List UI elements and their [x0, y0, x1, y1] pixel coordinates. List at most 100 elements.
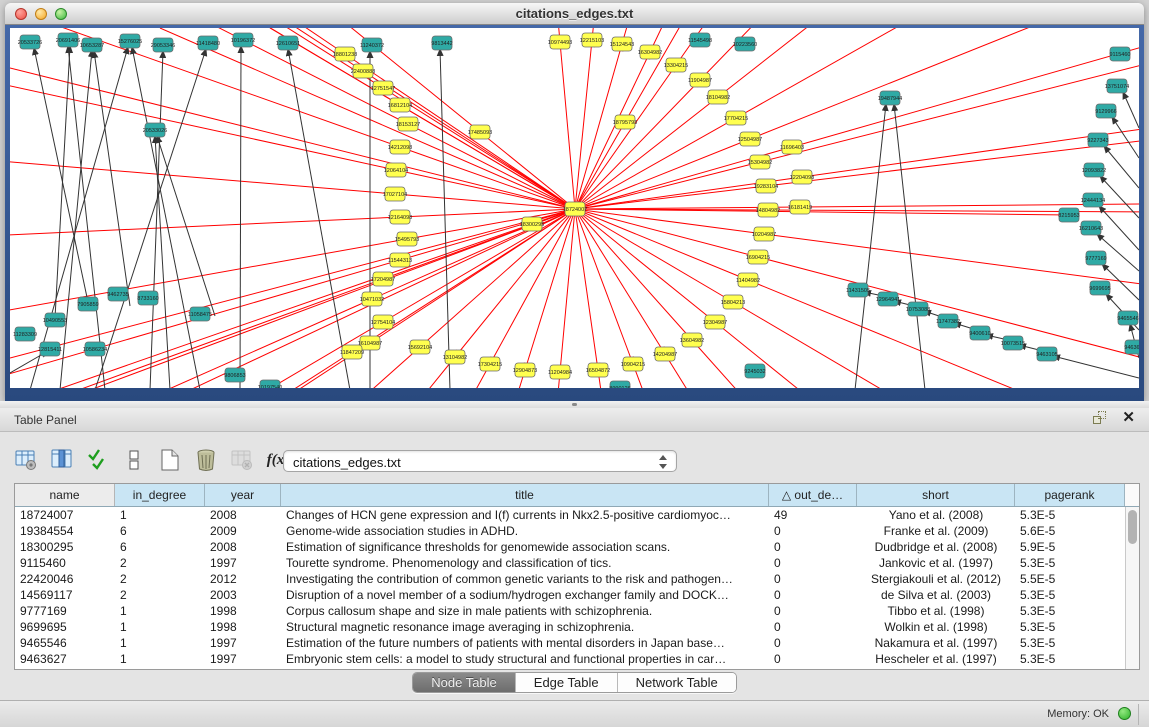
- table-selector-dropdown[interactable]: citations_edges.txt: [283, 450, 677, 472]
- graph-node[interactable]: 9465546: [1117, 311, 1138, 325]
- graph-node[interactable]: 11847209: [340, 345, 364, 359]
- graph-node[interactable]: 11418480: [196, 36, 220, 50]
- column-visibility-icon[interactable]: [50, 448, 74, 472]
- table-row[interactable]: 1938455462009Genome-wide association stu…: [15, 523, 1139, 539]
- graph-node[interactable]: 12964941: [876, 292, 900, 306]
- graph-node[interactable]: 10490553: [43, 313, 67, 327]
- graph-node[interactable]: 11431505: [846, 283, 870, 297]
- graph-node[interactable]: 10974493: [548, 35, 572, 49]
- graph-hub-node[interactable]: 18724007: [563, 202, 587, 216]
- graph-node[interactable]: 12164098: [388, 210, 412, 224]
- column-header-in_degree[interactable]: in_degree: [115, 484, 205, 506]
- graph-node[interactable]: 8990126: [609, 381, 630, 388]
- graph-node[interactable]: 18801238: [333, 47, 357, 61]
- graph-node[interactable]: 9227343: [1087, 133, 1108, 147]
- graph-node[interactable]: 15124543: [610, 37, 634, 51]
- graph-node[interactable]: 9699695: [1089, 281, 1110, 295]
- graph-node[interactable]: 16210643: [1079, 221, 1103, 235]
- graph-node[interactable]: 17704215: [724, 111, 748, 125]
- select-all-icon[interactable]: [86, 448, 110, 472]
- column-header-title[interactable]: title: [281, 484, 769, 506]
- graph-node[interactable]: 7905859: [77, 297, 98, 311]
- graph-node[interactable]: 12751547: [371, 81, 395, 95]
- window-titlebar[interactable]: citations_edges.txt: [5, 3, 1144, 25]
- graph-node[interactable]: 10653287: [80, 38, 104, 52]
- graph-node[interactable]: 18300295: [520, 217, 544, 231]
- column-header-year[interactable]: year: [205, 484, 281, 506]
- graph-node[interactable]: 11696403: [780, 140, 804, 154]
- graph-node[interactable]: 22400888: [351, 64, 375, 78]
- table-row[interactable]: 1830029562008Estimation of significance …: [15, 539, 1139, 555]
- graph-node[interactable]: 14212098: [388, 140, 412, 154]
- graph-node[interactable]: 20691406: [56, 33, 80, 47]
- graph-node[interactable]: 12093822: [1082, 163, 1106, 177]
- table-row[interactable]: 911546021997Tourette syndrome. Phenomeno…: [15, 555, 1139, 571]
- graph-node[interactable]: 12610651: [276, 36, 300, 50]
- column-header-short[interactable]: short: [857, 484, 1015, 506]
- graph-node[interactable]: 12064104: [384, 163, 408, 177]
- graph-node[interactable]: 20533726: [18, 35, 42, 49]
- graph-node[interactable]: 9463627: [1124, 340, 1139, 354]
- table-row[interactable]: 946362711997Embryonic stem cells: a mode…: [15, 651, 1139, 667]
- graph-node[interactable]: 15304982: [748, 155, 772, 169]
- graph-node[interactable]: 12754104: [371, 315, 395, 329]
- graph-node[interactable]: 19487944: [878, 91, 902, 105]
- graph-node[interactable]: 9245032: [744, 364, 765, 378]
- graph-node[interactable]: 16181419: [788, 200, 812, 214]
- graph-node[interactable]: 9462735: [107, 287, 128, 301]
- float-window-icon[interactable]: [1093, 411, 1108, 425]
- graph-node[interactable]: 15692104: [408, 340, 432, 354]
- graph-node[interactable]: 17027104: [383, 187, 407, 201]
- table-row[interactable]: 977716911998Corpus callosum shape and si…: [15, 603, 1139, 619]
- graph-node[interactable]: 19283104: [754, 179, 778, 193]
- graph-node[interactable]: 12504987: [738, 132, 762, 146]
- clear-selection-icon[interactable]: [122, 448, 146, 472]
- graph-node[interactable]: 11545498: [688, 33, 712, 47]
- network-graph-canvas[interactable]: 20533726 2069140610653287 15276025 29053346…: [10, 28, 1139, 388]
- graph-node[interactable]: 9463105: [1036, 347, 1057, 361]
- graph-node[interactable]: 11283309: [13, 327, 37, 341]
- column-header-name[interactable]: name: [15, 484, 115, 506]
- memory-status-indicator[interactable]: [1118, 707, 1131, 720]
- graph-node[interactable]: 15276025: [118, 34, 142, 48]
- graph-node[interactable]: 18153127: [396, 117, 420, 131]
- table-row[interactable]: 1456911722003Disruption of a novel membe…: [15, 587, 1139, 603]
- graph-node[interactable]: 16904215: [746, 250, 770, 264]
- graph-node[interactable]: 13304215: [664, 58, 688, 72]
- table-row[interactable]: 2242004622012Investigating the contribut…: [15, 571, 1139, 587]
- column-header-pagerank[interactable]: pagerank: [1015, 484, 1125, 506]
- graph-node[interactable]: 29053346: [151, 38, 175, 52]
- graph-node[interactable]: 11204984: [548, 365, 572, 379]
- graph-node[interactable]: 12204098: [790, 170, 814, 184]
- panel-splitter[interactable]: [0, 401, 1149, 408]
- graph-node[interactable]: 10196372: [231, 33, 255, 47]
- graph-node[interactable]: 18104982: [706, 90, 730, 104]
- table-row[interactable]: 946554611997Estimation of the future num…: [15, 635, 1139, 651]
- graph-node[interactable]: 9777169: [1085, 251, 1106, 265]
- graph-node[interactable]: 10753088: [906, 302, 930, 316]
- graph-node[interactable]: 13104982: [443, 350, 467, 364]
- graph-node[interactable]: 20533026: [143, 123, 167, 137]
- table-row[interactable]: 1872400712008Changes of HCN gene express…: [15, 507, 1139, 523]
- tab-node-table[interactable]: Node Table: [413, 673, 516, 692]
- graph-node[interactable]: 11544313: [388, 253, 412, 267]
- graph-node[interactable]: 14804982: [756, 203, 780, 217]
- tab-edge-table[interactable]: Edge Table: [516, 673, 618, 692]
- graph-node[interactable]: 15804213: [721, 295, 745, 309]
- graph-node[interactable]: 17204987: [371, 272, 395, 286]
- table-settings-icon[interactable]: [14, 448, 38, 472]
- graph-node[interactable]: 9400610: [969, 326, 990, 340]
- graph-node[interactable]: 17485093: [468, 125, 492, 139]
- graph-node[interactable]: 10197540: [258, 380, 282, 388]
- graph-node[interactable]: 10586234: [83, 342, 107, 356]
- graph-node[interactable]: 11747382: [936, 314, 960, 328]
- tab-network-table[interactable]: Network Table: [618, 673, 736, 692]
- graph-node[interactable]: 16812104: [388, 98, 412, 112]
- graph-node[interactable]: 11058475: [188, 307, 212, 321]
- graph-node[interactable]: 13751074: [1105, 79, 1129, 93]
- graph-node[interactable]: 12304987: [703, 315, 727, 329]
- graph-node[interactable]: 10904215: [621, 357, 645, 371]
- graph-node[interactable]: 16304982: [638, 45, 662, 59]
- graph-node[interactable]: 8215953: [1058, 208, 1079, 222]
- graph-node[interactable]: 14204987: [653, 347, 677, 361]
